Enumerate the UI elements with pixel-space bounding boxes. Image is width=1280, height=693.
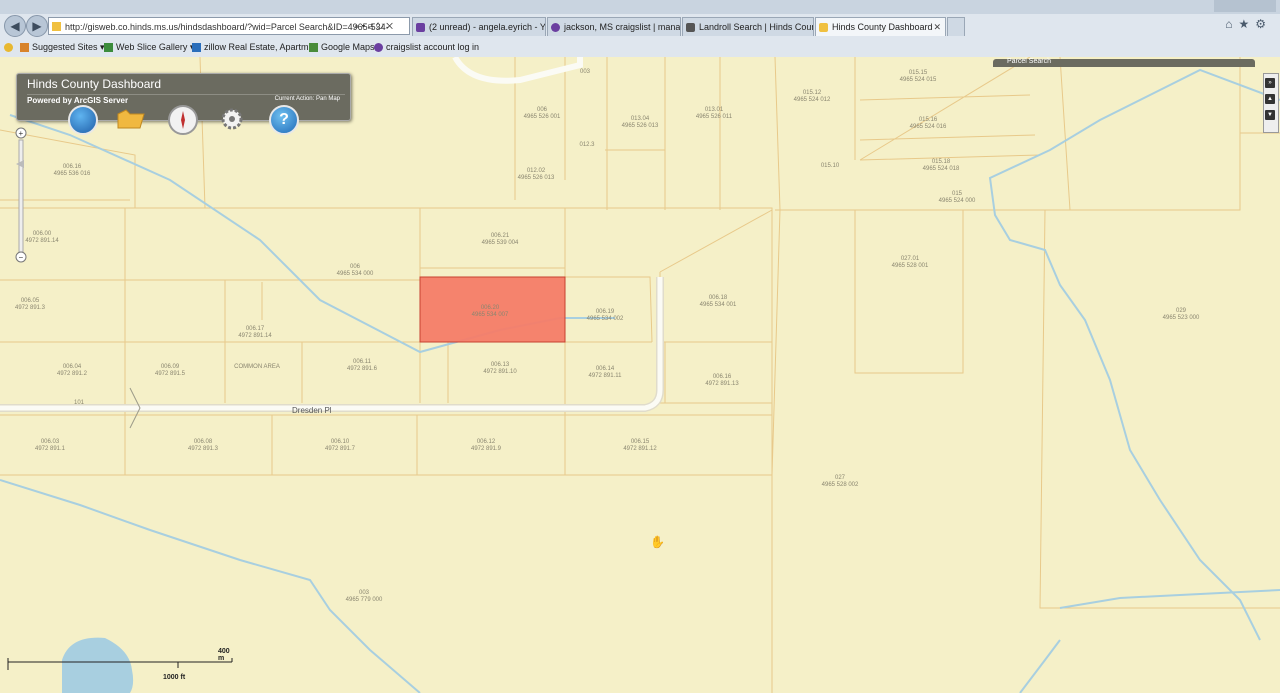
tab-label: Landroll Search | Hinds County... (699, 22, 813, 32)
powered-by-label: Powered by ArcGIS Server (27, 96, 129, 105)
parcel-map[interactable]: 006.16 4965 536 016006.00 4972 891.14006.0… (0, 57, 1280, 693)
favorite-web-slice-gallery[interactable]: Web Slice Gallery ▾ (104, 38, 194, 56)
parcel-label: 015.10 (821, 163, 840, 169)
scale-bar: 400 m 1000 ft (6, 648, 236, 684)
current-action: Current Action: Pan Map (274, 96, 340, 102)
dashboard-title: Hinds County Dashboard (27, 77, 162, 91)
web-slice-icon (104, 43, 113, 53)
zillow-icon (192, 43, 201, 53)
favorite-label: zillow Real Estate, Apartm... (204, 42, 317, 52)
favorite-label: Google Maps (321, 42, 375, 52)
browser-chrome: ◀ ▶ http://gisweb.co.hinds.ms.us/hindsda… (0, 0, 1280, 58)
yahoo-icon (416, 23, 425, 32)
svg-text:−: − (19, 253, 24, 262)
scale-imperial: 1000 ft (163, 674, 186, 681)
tab-label: jackson, MS craigslist | manag... (564, 22, 681, 32)
favorite-label: Suggested Sites ▾ (32, 42, 105, 52)
globe-icon[interactable] (68, 105, 98, 135)
landroll-icon (686, 23, 695, 32)
road-label: Dresden Pl (292, 406, 332, 415)
parcel-label: 003 (580, 69, 591, 75)
scroll-up-icon[interactable]: ▲ (1265, 94, 1275, 104)
parcel-label: COMMON AREA (234, 364, 280, 370)
gear-icon[interactable] (219, 106, 245, 132)
tab-label: (2 unread) - angela.eyrich - Ya... (429, 22, 546, 32)
close-tab-icon[interactable]: ✕ (933, 18, 941, 36)
compass-icon[interactable] (168, 105, 198, 135)
tools-gear-icon[interactable]: ⚙ (1255, 17, 1272, 31)
parcel-search-panel[interactable]: Parcel Search (993, 58, 1255, 67)
panel-divider (27, 94, 345, 95)
help-icon[interactable]: ? (269, 105, 299, 135)
tab-craigslist[interactable]: jackson, MS craigslist | manag... (547, 17, 681, 36)
home-icon[interactable]: ⌂ (1225, 17, 1238, 31)
site-favicon (52, 22, 61, 31)
tab-label: Hinds County Dashboard (832, 22, 933, 32)
craigslist-icon (374, 43, 383, 53)
address-url: http://gisweb.co.hinds.ms.us/hindsdashbo… (65, 22, 389, 32)
parcel-label: 012.3 (579, 142, 595, 148)
favorite-label: Web Slice Gallery ▾ (116, 42, 195, 52)
address-controls[interactable]: ⌕ ▾ ⊟ ↻ ✕ (354, 17, 393, 35)
favorite-suggested-sites[interactable]: Suggested Sites ▾ (20, 38, 105, 56)
parcel-search-title: Parcel Search (1007, 58, 1051, 65)
window-controls[interactable] (1214, 0, 1276, 12)
favorites-bar: Suggested Sites ▾ Web Slice Gallery ▾ zi… (0, 38, 1280, 56)
scroll-down-icon[interactable]: ▼ (1265, 110, 1275, 120)
road-number: 101 (74, 400, 85, 406)
title-bar (0, 0, 1280, 14)
folder-favicon (819, 23, 828, 32)
tab-landroll-search[interactable]: Landroll Search | Hinds County... (682, 17, 814, 36)
forward-button[interactable]: ▶ (26, 15, 48, 37)
hand-cursor-icon: ✋ (650, 535, 665, 549)
craigslist-icon (551, 23, 560, 32)
zoom-slider[interactable]: + − (14, 126, 28, 266)
expand-icon[interactable]: » (1265, 78, 1275, 88)
favorite-craigslist-login[interactable]: craigslist account log in (374, 38, 479, 56)
new-tab-button[interactable] (947, 17, 965, 36)
svg-text:+: + (19, 129, 24, 138)
favorite-google-maps[interactable]: Google Maps (309, 38, 375, 56)
browser-toolbar-icons[interactable]: ⌂★⚙ (1225, 17, 1272, 31)
tab-hinds-dashboard[interactable]: Hinds County Dashboard ✕ (815, 17, 946, 36)
panel-scroll-controls[interactable]: » ▲ ▼ (1263, 73, 1279, 133)
folder-icon[interactable] (116, 108, 146, 130)
map-background (0, 57, 1280, 693)
scale-metric: 400 m (218, 648, 230, 662)
favorites-star-icon[interactable] (4, 38, 16, 56)
back-button[interactable]: ◀ (4, 15, 26, 37)
favorite-label: craigslist account log in (386, 42, 480, 52)
tab-yahoo-mail[interactable]: (2 unread) - angela.eyrich - Ya... (412, 17, 546, 36)
favorites-star-icon[interactable]: ★ (1238, 17, 1255, 31)
suggested-sites-icon (20, 43, 29, 53)
favorite-zillow[interactable]: zillow Real Estate, Apartm... (192, 38, 316, 56)
google-maps-icon (309, 43, 318, 53)
